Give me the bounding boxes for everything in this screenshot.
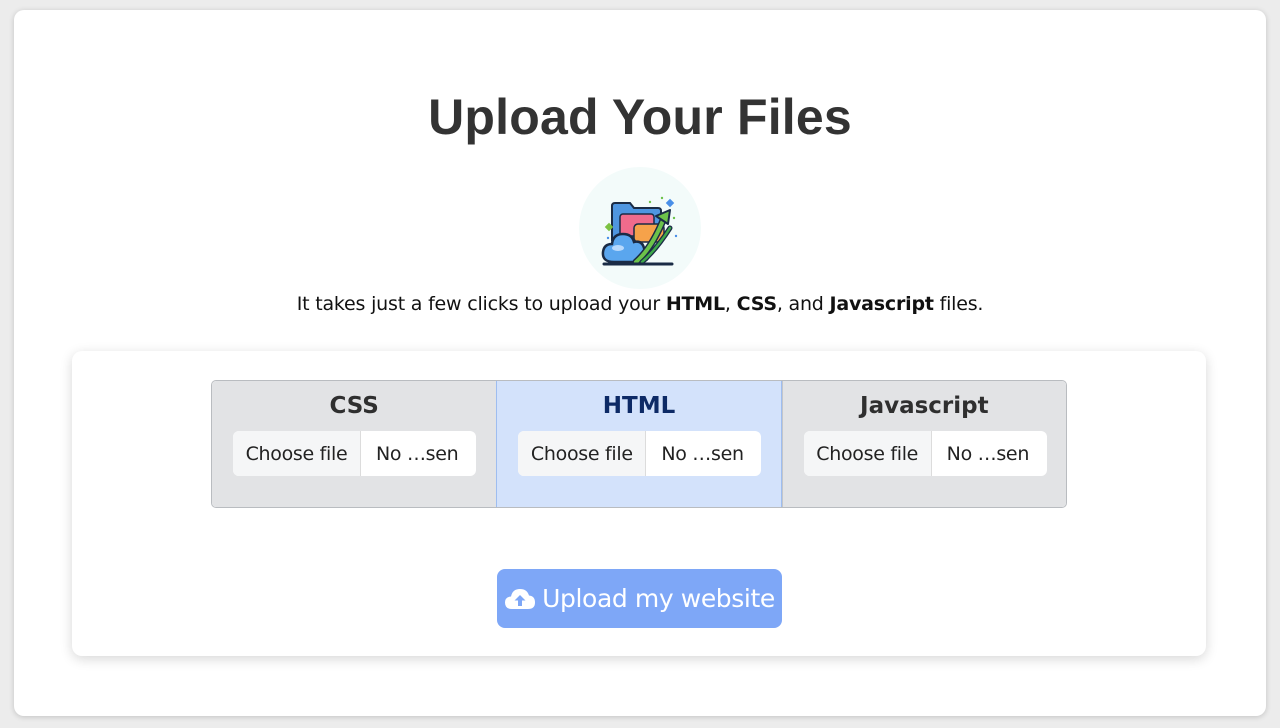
tab-label: Javascript	[860, 393, 989, 419]
choose-file-button[interactable]: Choose file	[518, 431, 647, 476]
cloud-upload-icon	[504, 587, 536, 611]
tab-html[interactable]: HTML Choose file No …sen	[496, 381, 782, 507]
javascript-file-input[interactable]: Choose file No …sen	[803, 431, 1047, 476]
file-name-text: No …sen	[376, 442, 459, 465]
file-type-tabs: CSS Choose file No …sen HTML Choose file…	[211, 380, 1067, 508]
subtitle-sep1: ,	[724, 293, 737, 315]
file-name-text: No …sen	[661, 442, 744, 465]
tab-javascript[interactable]: Javascript Choose file No …sen	[781, 381, 1066, 507]
subtitle-suffix: files.	[933, 293, 984, 315]
page-card: Upload Your Files It takes just a few cl…	[14, 10, 1266, 716]
subtitle-css: CSS	[736, 293, 777, 315]
logo	[579, 167, 701, 289]
upload-button-label: Upload my website	[542, 584, 775, 613]
subtitle-html: HTML	[665, 293, 725, 315]
page-title: Upload Your Files	[428, 89, 852, 145]
subtitle-prefix: It takes just a few clicks to upload you…	[296, 293, 666, 315]
file-name-text: No …sen	[946, 442, 1030, 465]
page-subtitle: It takes just a few clicks to upload you…	[14, 293, 1266, 315]
choose-file-button[interactable]: Choose file	[233, 431, 361, 476]
tab-label: HTML	[602, 393, 676, 419]
cloud-folder-upload-icon	[601, 196, 678, 266]
subtitle-sep2: , and	[776, 293, 830, 315]
subtitle-js: Javascript	[829, 293, 934, 315]
css-file-input[interactable]: Choose file No …sen	[233, 431, 476, 476]
tab-label: CSS	[329, 393, 379, 419]
tab-css[interactable]: CSS Choose file No …sen	[212, 381, 497, 507]
upload-panel: CSS Choose file No …sen HTML Choose file…	[72, 351, 1206, 656]
choose-file-button[interactable]: Choose file	[803, 431, 932, 476]
html-file-input[interactable]: Choose file No …sen	[518, 431, 762, 476]
upload-website-button[interactable]: Upload my website	[497, 569, 782, 628]
